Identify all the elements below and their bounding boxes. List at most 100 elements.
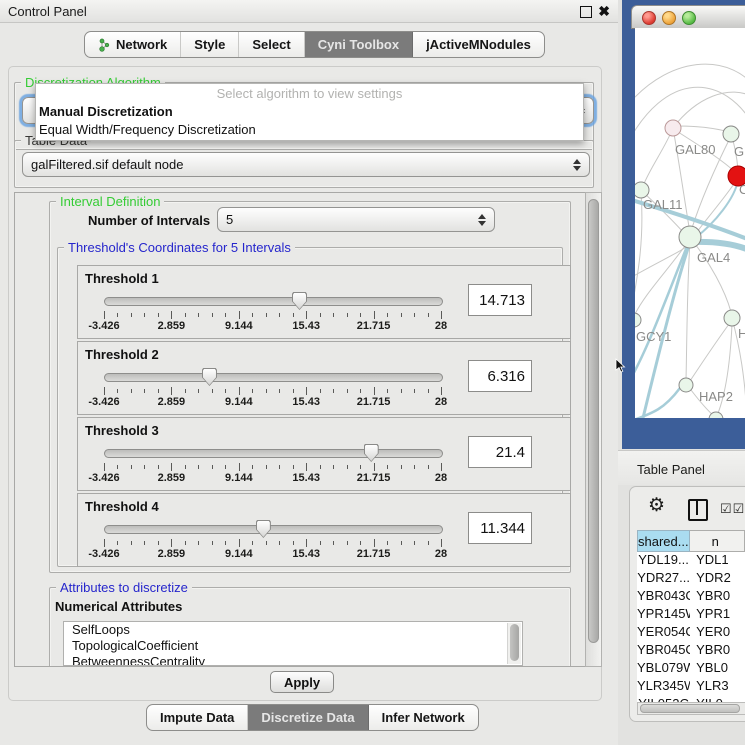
cell-name[interactable]: YLR3 (690, 678, 745, 696)
node-label-gal4: GAL4 (697, 250, 730, 265)
dropdown-option-manual-discretization[interactable]: Manual Discretization (36, 103, 583, 121)
tab-style[interactable]: Style (181, 32, 239, 57)
threshold-panel: Threshold 1 -3.4262.8599.14415.4321.7152… (77, 265, 571, 339)
combo-arrows-icon (478, 214, 486, 226)
node-h[interactable] (724, 310, 740, 326)
slider-scale-labels: -3.4262.8599.14415.4321.71528 (104, 548, 441, 560)
table-row[interactable]: YDL19...YDL1 (637, 552, 745, 570)
network-canvas[interactable]: GAL80 G C GAL11 GAL4 GCY1 H HAP2 (635, 28, 745, 418)
tab-jactivemnodules[interactable]: jActiveMNodules (413, 32, 544, 57)
tab-network-label: Network (116, 37, 167, 52)
mouse-cursor-icon (615, 358, 627, 374)
node-gal4[interactable] (679, 226, 701, 248)
attribute-list-item[interactable]: TopologicalCoefficient (64, 638, 522, 654)
column-header-shared[interactable]: shared... (637, 530, 690, 552)
tab-impute-data[interactable]: Impute Data (147, 705, 248, 730)
dropdown-option-equal-width[interactable]: Equal Width/Frequency Discretization (36, 121, 583, 139)
node-gal80[interactable] (665, 120, 681, 136)
tab-cyni-toolbox[interactable]: Cyni Toolbox (305, 32, 413, 57)
float-window-icon[interactable] (580, 6, 592, 18)
cell-shared-name[interactable]: YPR145W (637, 606, 690, 624)
threshold-label: Threshold 1 (85, 271, 159, 286)
cell-shared-name[interactable]: YDR27... (637, 570, 690, 588)
slider-thumb[interactable] (202, 368, 217, 386)
slider-scale-labels: -3.4262.8599.14415.4321.71528 (104, 320, 441, 332)
table-row[interactable]: YDR27...YDR2 (637, 570, 745, 588)
node-label-gal11: GAL11 (643, 197, 683, 212)
slider-thumb[interactable] (364, 444, 379, 462)
cell-name[interactable]: YDL1 (690, 552, 745, 570)
threshold-value-field[interactable]: 11.344 (468, 512, 532, 544)
cell-name[interactable]: YBL0 (690, 660, 745, 678)
threshold-panel: Threshold 2 -3.4262.8599.14415.4321.7152… (77, 341, 571, 415)
tab-infer-network[interactable]: Infer Network (369, 705, 478, 730)
num-intervals-combobox[interactable]: 5 (217, 207, 495, 232)
bottom-tabbar: Impute Data Discretize Data Infer Networ… (146, 704, 479, 731)
slider-ticks (104, 539, 441, 547)
table-header-row: shared... n (637, 530, 745, 552)
table-row[interactable]: YPR145WYPR1 (637, 606, 745, 624)
gear-icon[interactable]: ⚙ (648, 496, 665, 516)
cell-name[interactable]: YDR2 (690, 570, 745, 588)
tab-discretize-data[interactable]: Discretize Data (248, 705, 368, 730)
close-traffic-light-icon[interactable] (642, 11, 656, 25)
settings-viewport: Interval Definition Number of Intervals … (14, 192, 586, 667)
slider-scale-labels: -3.4262.8599.14415.4321.71528 (104, 472, 441, 484)
attribute-list-item[interactable]: SelfLoops (64, 622, 522, 638)
cell-shared-name[interactable]: YBR045C (637, 642, 690, 660)
table-horizontal-scrollbar[interactable] (637, 702, 745, 715)
threshold-label: Threshold 3 (85, 423, 159, 438)
attribute-list-item[interactable]: BetweennessCentrality (64, 654, 522, 666)
table-row[interactable]: YBL079WYBL0 (637, 660, 745, 678)
threshold-value-field[interactable]: 14.713 (468, 284, 532, 316)
dropdown-prompt: Select algorithm to view settings (36, 84, 583, 103)
node-gcy1[interactable] (635, 313, 641, 327)
node-label-gcy1: GCY1 (636, 329, 671, 344)
node-hap2[interactable] (679, 378, 693, 392)
node-label-c: C (739, 182, 745, 197)
threshold-slider[interactable] (104, 449, 443, 458)
slider-ticks (104, 311, 441, 319)
select-columns-checkboxes-icon[interactable]: ☑☑ (720, 501, 745, 517)
settings-vertical-scrollbar[interactable] (585, 192, 602, 667)
tab-network[interactable]: Network (85, 32, 181, 57)
table-data-combobox[interactable]: galFiltered.sif default node (22, 152, 590, 177)
table-row[interactable]: YBR043CYBR0 (637, 588, 745, 606)
slider-ticks (104, 463, 441, 471)
node-g[interactable] (723, 126, 739, 142)
attributes-list-scrollbar[interactable] (507, 623, 521, 664)
cell-shared-name[interactable]: YBR043C (637, 588, 690, 606)
split-columns-icon[interactable] (688, 499, 708, 521)
minimize-traffic-light-icon[interactable] (662, 11, 676, 25)
node-gal11[interactable] (635, 182, 649, 198)
table-row[interactable]: YBR045CYBR0 (637, 642, 745, 660)
cell-name[interactable]: YPR1 (690, 606, 745, 624)
threshold-slider[interactable] (104, 373, 443, 382)
cell-shared-name[interactable]: YLR345W (637, 678, 690, 696)
num-intervals-value: 5 (226, 212, 474, 227)
cell-name[interactable]: YBR0 (690, 588, 745, 606)
tab-select[interactable]: Select (239, 32, 304, 57)
threshold-label: Threshold 4 (85, 499, 159, 514)
network-window-titlebar[interactable] (631, 5, 745, 29)
cell-shared-name[interactable]: YER054C (637, 624, 690, 642)
threshold-label: Threshold 2 (85, 347, 159, 362)
threshold-slider[interactable] (104, 297, 443, 306)
slider-thumb[interactable] (256, 520, 271, 538)
numerical-attributes-list[interactable]: SelfLoopsTopologicalCoefficientBetweenne… (63, 621, 523, 666)
cell-name[interactable]: YER0 (690, 624, 745, 642)
table-row[interactable]: YLR345WYLR3 (637, 678, 745, 696)
table-row[interactable]: YER054CYER0 (637, 624, 745, 642)
network-icon (98, 38, 111, 52)
threshold-slider[interactable] (104, 525, 443, 534)
cell-name[interactable]: YBR0 (690, 642, 745, 660)
threshold-value-field[interactable]: 6.316 (468, 360, 532, 392)
zoom-traffic-light-icon[interactable] (682, 11, 696, 25)
cell-shared-name[interactable]: YBL079W (637, 660, 690, 678)
close-icon[interactable]: ✖ (598, 3, 610, 20)
column-header-name[interactable]: n (690, 530, 745, 552)
cell-shared-name[interactable]: YDL19... (637, 552, 690, 570)
slider-thumb[interactable] (292, 292, 307, 310)
apply-button[interactable]: Apply (270, 671, 334, 693)
threshold-value-field[interactable]: 21.4 (468, 436, 532, 468)
